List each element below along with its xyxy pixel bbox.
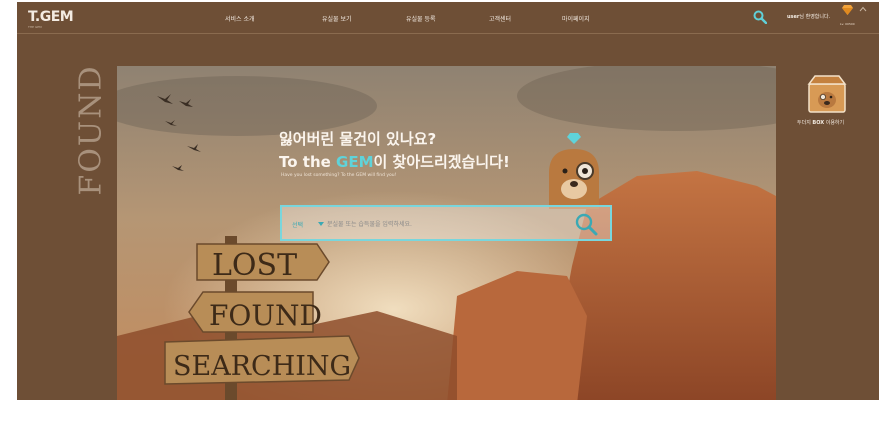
hero-title-prefix: To the: [279, 153, 337, 171]
hero-subtitle: Have you lost something? To the GEM will…: [281, 173, 397, 178]
search-icon[interactable]: [753, 10, 767, 24]
user-name: user: [787, 14, 800, 20]
greeting-text: 님 환영합니다.: [799, 14, 831, 20]
hero-banner: LOST FOUND SEARCHING 잃어버린 물건이 있나요? To th…: [117, 66, 776, 400]
mole-box-icon[interactable]: [807, 74, 847, 114]
nav-customer-center[interactable]: 고객센터: [489, 14, 511, 23]
side-title-text: FOUND: [73, 64, 109, 196]
page-frame: T.GEM THE GEM 서비스 소개 유실물 보기 유실물 등록 고객센터 …: [17, 2, 879, 400]
sign-found-text: FOUND: [209, 299, 322, 332]
hero-title-gem: GEM: [336, 153, 374, 171]
logo-subtitle: THE GEM: [28, 25, 42, 29]
hero-title-line1: 잃어버린 물건이 있나요?: [279, 130, 437, 148]
nav-service-intro[interactable]: 서비스 소개: [225, 14, 255, 23]
logo[interactable]: T.GEM: [28, 9, 74, 25]
gem-icon: [842, 5, 853, 15]
nav-mypage[interactable]: 마이페이지: [562, 14, 590, 23]
logo-text: T.GEM: [28, 9, 74, 25]
mole-box-label-pre: 두더지: [797, 120, 813, 126]
user-greeting: user님 환영합니다.: [787, 13, 830, 20]
side-title: FOUND: [73, 64, 109, 196]
chevron-down-icon[interactable]: [318, 222, 324, 226]
user-level: Lv. 00500: [840, 22, 855, 26]
search-submit-icon[interactable]: [574, 212, 598, 236]
hero-title-suffix: 이 찾아드리겠습니다!: [373, 153, 510, 171]
mole-box-label[interactable]: 두더지 BOX 이용하기: [797, 119, 844, 126]
chevron-up-icon[interactable]: [859, 6, 867, 12]
sign-searching-text: SEARCHING: [173, 351, 351, 382]
mole-box-label-bold: BOX: [812, 120, 825, 126]
search-bar: 선택: [280, 205, 612, 241]
nav-view-lost[interactable]: 유실물 보기: [322, 14, 352, 23]
mole-mascot-icon: [549, 133, 599, 209]
hero-title-line2: To the GEM이 찾아드리겠습니다!: [279, 151, 510, 172]
mole-box-label-post: 이용하기: [824, 120, 845, 126]
search-input[interactable]: [327, 216, 567, 232]
header: T.GEM THE GEM 서비스 소개 유실물 보기 유실물 등록 고객센터 …: [17, 2, 879, 34]
sign-lost-text: LOST: [212, 248, 297, 283]
nav-register-lost[interactable]: 유실물 등록: [406, 14, 436, 23]
category-select[interactable]: 선택: [292, 220, 303, 229]
